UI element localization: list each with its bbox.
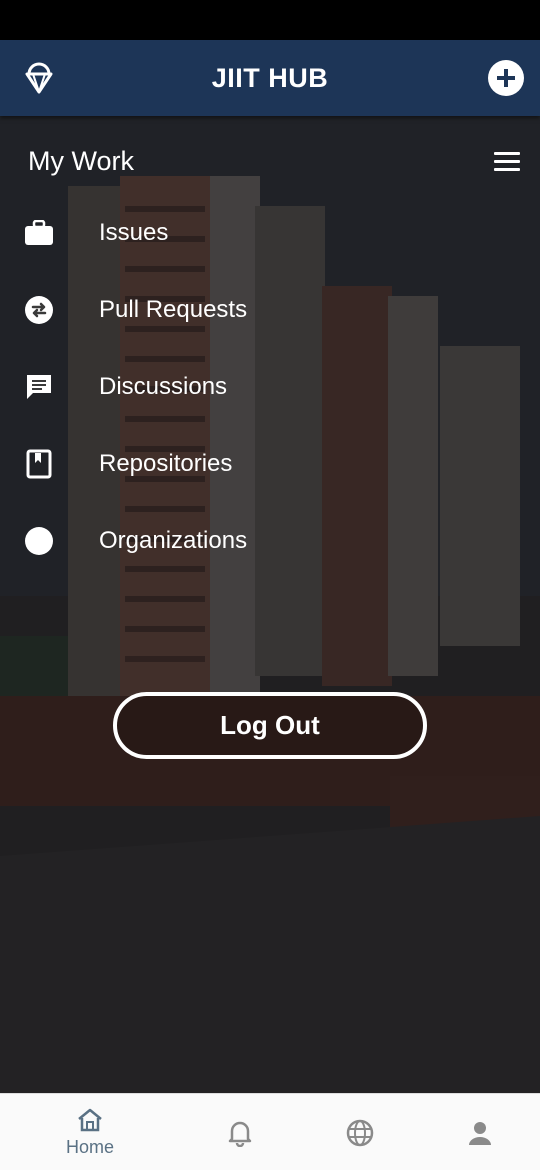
app-title: JIIT HUB — [211, 62, 329, 93]
home-icon — [78, 1108, 102, 1132]
bottom-nav-home[interactable]: Home — [60, 1094, 120, 1170]
nav-item-organizations[interactable]: Organizations — [0, 511, 540, 571]
nav-label-discussions: Discussions — [99, 373, 228, 400]
nav-item-pull-requests[interactable]: Pull Requests — [0, 280, 540, 340]
bottom-nav-profile[interactable] — [450, 1094, 510, 1170]
nav-label-issues: Issues — [99, 219, 169, 246]
status-bar — [0, 0, 540, 40]
nav-item-issues[interactable]: Issues — [0, 203, 540, 263]
nav-label-organizations: Organizations — [99, 527, 248, 554]
nav-label-repositories: Repositories — [99, 450, 233, 477]
bottom-navigation: Home — [0, 1093, 540, 1170]
add-icon — [497, 69, 515, 87]
section-title: My Work — [28, 146, 134, 176]
book-icon — [24, 449, 54, 479]
nav-item-discussions[interactable]: Discussions — [0, 357, 540, 417]
briefcase-icon — [24, 218, 54, 248]
app-bar: JIIT HUB — [0, 40, 540, 116]
bottom-nav-home-label: Home — [65, 1137, 114, 1157]
nav-item-repositories[interactable]: Repositories — [0, 434, 540, 494]
add-button[interactable] — [488, 60, 524, 96]
swap-arrows-icon — [24, 295, 54, 325]
bottom-nav-explore[interactable] — [330, 1094, 390, 1170]
drawer-content: My Work Issues Pull Requests Discussions… — [0, 116, 540, 1093]
globe-icon — [346, 1119, 374, 1146]
logout-button[interactable]: Log Out — [113, 692, 427, 759]
chat-icon — [24, 372, 54, 402]
bell-icon — [228, 1121, 252, 1147]
hamburger-menu-icon[interactable] — [494, 152, 520, 172]
circle-icon — [24, 526, 54, 556]
logo-icon[interactable] — [22, 60, 56, 96]
person-icon — [469, 1121, 491, 1145]
nav-label-pull-requests: Pull Requests — [99, 296, 248, 323]
bottom-nav-notifications[interactable] — [210, 1094, 270, 1170]
